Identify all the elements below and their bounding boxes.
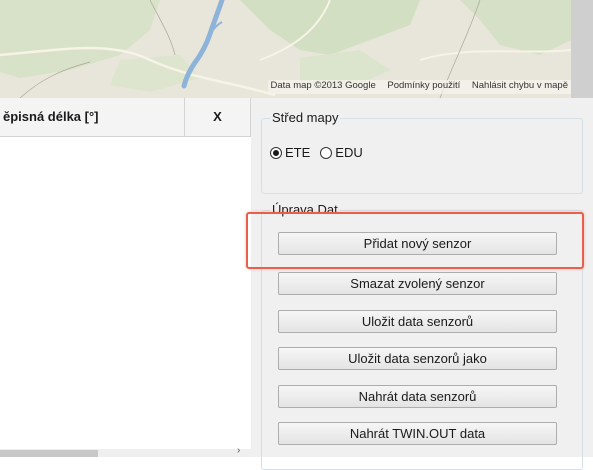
save-sensors-button[interactable]: Uložit data senzorů xyxy=(278,310,557,333)
map-center-options: ETE EDU xyxy=(270,145,373,160)
radio-ete-label: ETE xyxy=(285,145,311,160)
delete-sensor-button[interactable]: Smazat zvolený senzor xyxy=(278,272,557,295)
radio-edu[interactable]: EDU xyxy=(320,145,363,160)
terms-link[interactable]: Podmínky použití xyxy=(387,80,460,91)
grid-header: ěpisná délka [°] X xyxy=(0,98,251,137)
map-center-title: Střed mapy xyxy=(270,110,341,125)
horizontal-scrollbar[interactable]: › xyxy=(0,445,251,457)
load-sensors-button[interactable]: Nahrát data senzorů xyxy=(278,385,557,408)
radio-unchecked-icon[interactable] xyxy=(320,146,333,159)
scroll-right-icon[interactable]: › xyxy=(237,445,240,456)
add-sensor-button[interactable]: Přidat nový senzor xyxy=(278,232,557,255)
radio-checked-icon[interactable] xyxy=(270,146,282,159)
map-copyright: Data map ©2013 Google xyxy=(270,80,376,91)
map-view[interactable]: Data map ©2013 Google Podmínky použití N… xyxy=(0,0,593,98)
map-edge xyxy=(571,0,593,98)
report-error-link[interactable]: Nahlásit chybu v mapě xyxy=(472,80,568,91)
data-edit-title: Úprava Dat xyxy=(270,202,340,217)
control-panel: Střed mapy ETE EDU Úprava Dat Přidat nov… xyxy=(246,98,593,470)
save-sensors-as-button[interactable]: Uložit data senzorů jako xyxy=(278,347,557,370)
load-twin-out-button[interactable]: Nahrát TWIN.OUT data xyxy=(278,422,557,445)
scrollbar-thumb[interactable] xyxy=(0,450,98,457)
map-attribution-bar: Data map ©2013 Google Podmínky použití N… xyxy=(267,80,571,94)
map-center-group: Střed mapy ETE EDU xyxy=(261,110,583,194)
column-header-longitude[interactable]: ěpisná délka [°] xyxy=(0,98,185,136)
sensor-grid[interactable]: ěpisná délka [°] X › xyxy=(0,98,251,457)
radio-ete[interactable]: ETE xyxy=(270,145,310,160)
column-header-x[interactable]: X xyxy=(185,98,251,136)
radio-edu-label: EDU xyxy=(335,145,363,160)
